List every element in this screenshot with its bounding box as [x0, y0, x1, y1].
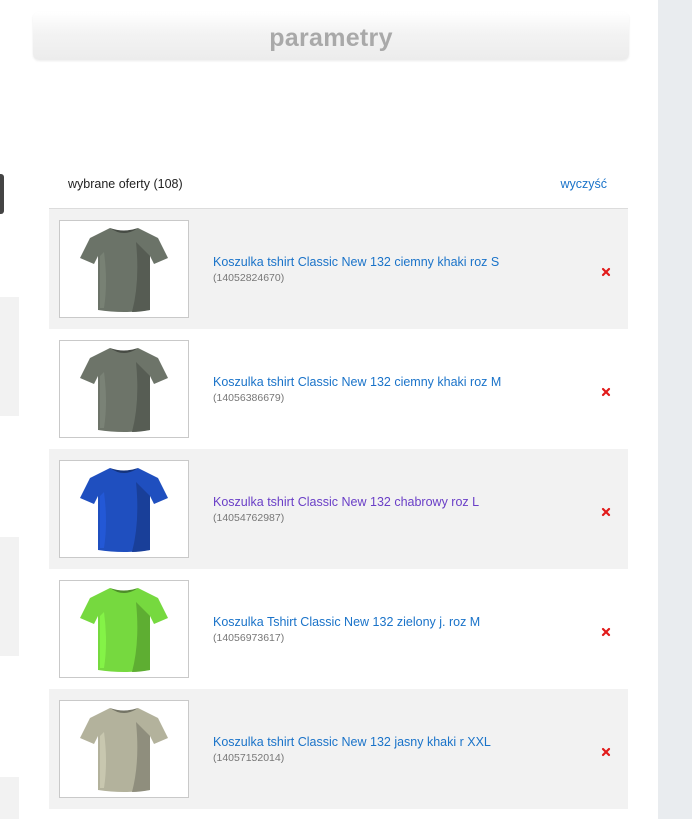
left-panel-block [0, 777, 19, 819]
parameters-header: parametry [33, 12, 629, 60]
tshirt-image [80, 588, 168, 672]
offer-title-link[interactable]: Koszulka tshirt Classic New 132 chabrowy… [213, 495, 479, 509]
close-icon-glyph [601, 387, 611, 397]
offer-thumbnail[interactable] [59, 220, 189, 318]
tshirt-image [80, 708, 168, 792]
close-icon[interactable] [601, 264, 611, 277]
right-sidebar-strip [658, 0, 692, 819]
offer-id: (14052824670) [213, 272, 285, 284]
clear-selection-link[interactable]: wyczyść [560, 177, 607, 191]
close-icon[interactable] [601, 384, 611, 397]
offer-thumbnail[interactable] [59, 340, 189, 438]
tshirt-image [80, 348, 168, 432]
close-icon[interactable] [601, 624, 611, 637]
offer-title-link[interactable]: Koszulka Tshirt Classic New 132 zielony … [213, 615, 480, 629]
offer-title-link[interactable]: Koszulka tshirt Classic New 132 ciemny k… [213, 255, 499, 269]
close-icon-glyph [601, 747, 611, 757]
left-panel-tab[interactable] [0, 174, 4, 214]
offer-id: (14057152014) [213, 752, 285, 764]
close-icon-glyph [601, 507, 611, 517]
offer-list: Koszulka tshirt Classic New 132 ciemny k… [49, 209, 628, 809]
offer-row: Koszulka tshirt Classic New 132 jasny kh… [49, 689, 628, 809]
close-icon-glyph [601, 267, 611, 277]
selected-offers-count: wybrane oferty (108) [68, 177, 183, 191]
offer-row: Koszulka tshirt Classic New 132 ciemny k… [49, 209, 628, 329]
tshirt-image [80, 468, 168, 552]
offer-id: (14054762987) [213, 512, 285, 524]
offer-thumbnail[interactable] [59, 700, 189, 798]
offer-id: (14056973617) [213, 632, 285, 644]
offer-row: Koszulka Tshirt Classic New 132 zielony … [49, 569, 628, 689]
close-icon[interactable] [601, 744, 611, 757]
offer-row: Koszulka tshirt Classic New 132 ciemny k… [49, 329, 628, 449]
offer-thumbnail[interactable] [59, 460, 189, 558]
offer-title-link[interactable]: Koszulka tshirt Classic New 132 ciemny k… [213, 375, 501, 389]
close-icon[interactable] [601, 504, 611, 517]
offer-id: (14056386679) [213, 392, 285, 404]
parameters-title: parametry [269, 24, 393, 52]
left-panel-block [0, 297, 19, 416]
left-edge-panel [0, 0, 20, 819]
selected-offers-header: wybrane oferty (108) wyczyść [49, 166, 628, 209]
tshirt-image [80, 228, 168, 312]
offer-thumbnail[interactable] [59, 580, 189, 678]
close-icon-glyph [601, 627, 611, 637]
offer-title-link[interactable]: Koszulka tshirt Classic New 132 jasny kh… [213, 735, 491, 749]
left-panel-block [0, 537, 19, 656]
offer-row: Koszulka tshirt Classic New 132 chabrowy… [49, 449, 628, 569]
